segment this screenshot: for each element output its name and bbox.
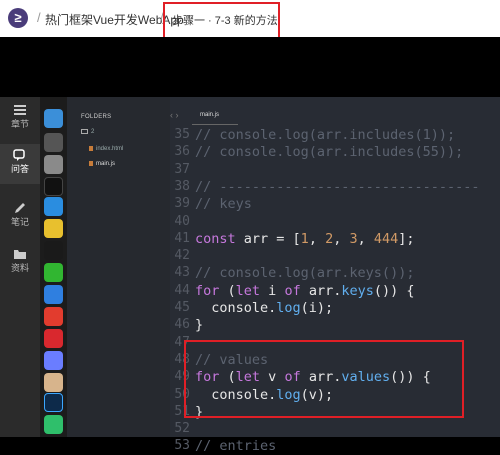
step-title: 步骤一 · 7-3 新的方法 (172, 15, 278, 27)
chat-icon (13, 149, 25, 161)
line-number: 43 (174, 265, 190, 281)
siri-icon[interactable] (44, 133, 63, 152)
nav-item-notes[interactable]: 笔记 (0, 197, 40, 237)
line-number: 52 (174, 421, 190, 437)
folder-row[interactable]: 2 (81, 129, 94, 135)
netease-music-icon[interactable] (44, 307, 63, 326)
file-row-active[interactable]: main.js (89, 161, 115, 167)
photoshop-icon[interactable] (44, 393, 63, 412)
nav-item-materials[interactable]: 资料 (0, 243, 40, 283)
preview-icon[interactable] (44, 373, 63, 392)
app-blue-icon[interactable] (44, 351, 63, 370)
code-text: // console.log(arr.includes(1)); (195, 127, 456, 143)
line-number: 46 (174, 317, 190, 333)
file-icon (89, 146, 93, 151)
nav-item-qa[interactable]: 问答 (0, 144, 40, 184)
code-text: console.log(i); (195, 300, 334, 316)
nav-label: 问答 (10, 164, 29, 174)
nav-label: 章节 (10, 119, 29, 129)
chrome-icon[interactable] (44, 219, 63, 238)
line-number: 35 (174, 127, 190, 142)
settings-icon[interactable] (44, 155, 63, 174)
file-row[interactable]: index.html (89, 146, 123, 152)
wechat-icon[interactable] (44, 263, 63, 282)
pencil-icon (15, 203, 25, 213)
app-green-icon[interactable] (44, 415, 63, 434)
nav-label: 笔记 (10, 217, 29, 227)
list-icon (14, 105, 26, 115)
qq-icon[interactable] (44, 241, 63, 260)
code-text: // keys (195, 196, 252, 213)
folders-title: FOLDERS (81, 114, 112, 120)
folder-icon (81, 129, 88, 134)
mac-dock (40, 97, 67, 437)
nav-item-chapters[interactable]: 章节 (0, 99, 40, 139)
app-icon[interactable] (44, 285, 63, 304)
code-text: // -------------------------------- (195, 178, 480, 195)
code-text: // console.log(arr.includes(55)); (195, 144, 464, 161)
finder-icon[interactable] (44, 109, 63, 128)
file-icon (89, 161, 93, 166)
code-text: // entries (195, 438, 277, 455)
folder-icon (14, 250, 26, 259)
code-text: const arr = [1, 2, 3, 444]; (195, 230, 415, 247)
line-number: 45 (174, 300, 190, 315)
safari-icon[interactable] (44, 197, 63, 216)
nav-label: 资料 (10, 263, 29, 273)
code-text: } (195, 317, 204, 334)
line-number: 53 (174, 438, 190, 454)
code-highlight-box (184, 340, 464, 418)
tab-bar: ‹ › main.js (170, 110, 500, 125)
app-logo-icon[interactable]: ≥ (8, 8, 28, 28)
breadcrumb-separator: / (37, 10, 41, 25)
app-red-icon[interactable] (44, 329, 63, 348)
line-number: 41 (174, 230, 190, 246)
top-header: ≥ / 热门框架Vue开发WebApp / 步骤一 · 7-3 新的方法 (0, 0, 500, 42)
line-number: 39 (174, 196, 190, 212)
video-top-area (0, 37, 500, 97)
file-name: main.js (96, 161, 116, 168)
tab-main-js[interactable]: main.js (200, 112, 219, 118)
code-text: for (let i of arr.keys()) { (195, 282, 415, 299)
terminal-icon[interactable] (44, 177, 63, 196)
line-number: 44 (174, 282, 190, 298)
line-number: 40 (174, 213, 190, 229)
line-number: 37 (174, 161, 190, 177)
left-nav: 章节 问答 笔记 资料 (0, 97, 40, 437)
file-name: index.html (96, 146, 124, 153)
line-number: 38 (174, 178, 190, 194)
tab-nav-arrows[interactable]: ‹ › (170, 110, 179, 120)
line-number: 36 (174, 144, 190, 160)
tab-underline (192, 124, 238, 125)
code-text: // console.log(arr.keys()); (195, 265, 415, 282)
file-sidebar: FOLDERS 2 index.html main.js (67, 97, 170, 437)
folder-name: 2 (91, 129, 95, 136)
line-number: 42 (174, 248, 190, 264)
